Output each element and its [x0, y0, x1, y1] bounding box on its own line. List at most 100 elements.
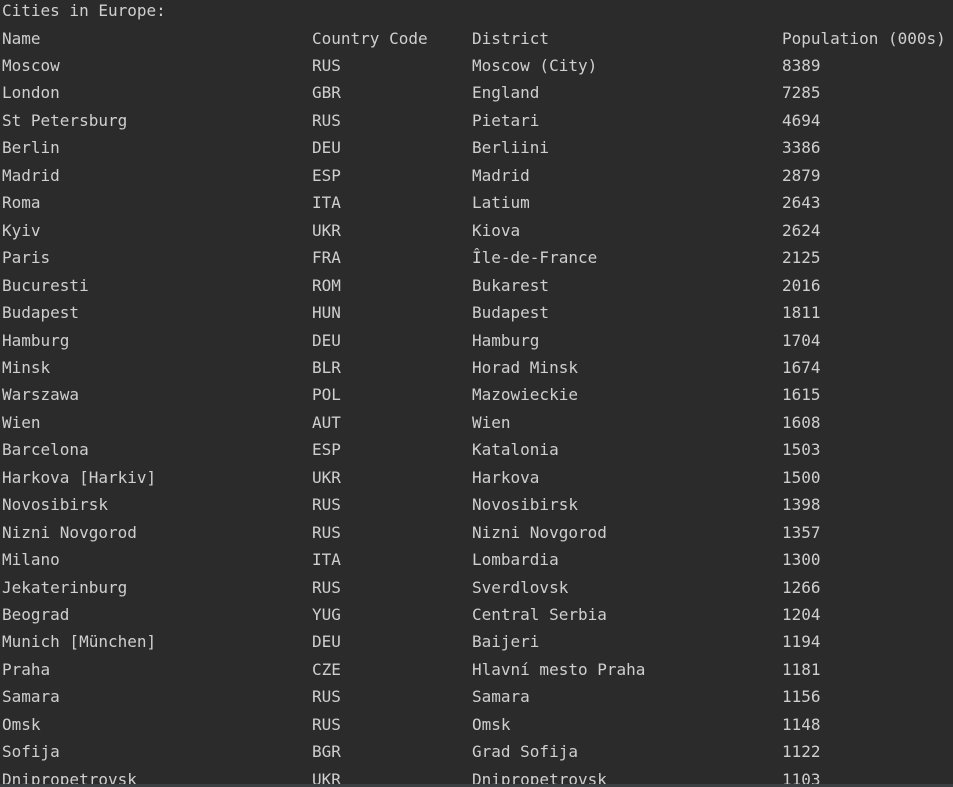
- country-code-cell: ESP: [312, 165, 341, 185]
- country-code-cell: YUG: [312, 605, 341, 624]
- district-cell: Mazowieckie: [472, 385, 578, 405]
- population-cell: 1811: [782, 303, 821, 323]
- district-cell: Samara: [472, 687, 530, 707]
- district-cell: Harkova: [472, 467, 540, 487]
- city-name-cell: Beograd: [2, 605, 70, 624]
- district-cell: Katalonia: [472, 440, 559, 460]
- district-cell: Pietari: [472, 110, 540, 130]
- district-cell: Budapest: [472, 303, 550, 323]
- district-cell: Île-de-France: [472, 248, 598, 268]
- country-code-cell: ITA: [312, 193, 341, 213]
- district-cell: Baijeri: [472, 632, 540, 652]
- country-code-cell: RUS: [312, 714, 341, 734]
- city-name-cell: London: [2, 83, 60, 103]
- city-name-cell: Paris: [2, 248, 51, 268]
- population-cell: 7285: [782, 83, 821, 103]
- district-cell: Sverdlovsk: [472, 577, 569, 597]
- district-cell: Latium: [472, 193, 530, 213]
- city-name-cell: Novosibirsk: [2, 495, 108, 515]
- city-name-cell: Madrid: [2, 165, 60, 185]
- population-cell: 1156: [782, 687, 821, 707]
- city-name-cell: Kyiv: [2, 220, 41, 240]
- country-code-cell: GBR: [312, 83, 341, 103]
- table-row: Moscow RUS Moscow (City) 8389: [2, 52, 953, 80]
- table-row: Kyiv UKR Kiova 2624: [2, 217, 953, 245]
- country-code-cell: DEU: [312, 330, 341, 350]
- country-code-cell: CZE: [312, 659, 341, 679]
- city-name-cell: St Petersburg: [2, 110, 128, 130]
- heading-text: Cities in Europe:: [2, 1, 166, 20]
- column-header-population: Population (000s): [782, 28, 946, 48]
- population-cell: 2879: [782, 165, 821, 185]
- table-row: Samara RUS Samara 1156: [2, 683, 953, 711]
- country-code-cell: AUT: [312, 412, 341, 432]
- country-code-cell: BGR: [312, 742, 341, 762]
- city-name-cell: Barcelona: [2, 440, 89, 460]
- city-name-cell: Roma: [2, 193, 41, 213]
- country-code-cell: ESP: [312, 440, 341, 460]
- country-code-cell: RUS: [312, 687, 341, 707]
- table-row: Paris FRA Île-de-France 2125: [2, 244, 953, 272]
- city-name-cell: Wien: [2, 412, 41, 432]
- table-row: Bucuresti ROM Bukarest 2016: [2, 272, 953, 300]
- population-cell: 1615: [782, 385, 821, 405]
- table-row: Budapest HUN Budapest 1811: [2, 299, 953, 327]
- table-row: Sofija BGR Grad Sofija 1122: [2, 738, 953, 766]
- population-cell: 1500: [782, 467, 821, 487]
- district-cell: Hamburg: [472, 330, 540, 350]
- district-cell: England: [472, 83, 540, 103]
- table-row: Warszawa POL Mazowieckie 1615: [2, 381, 953, 409]
- district-cell: Omsk: [472, 714, 511, 734]
- city-name-cell: Samara: [2, 687, 60, 707]
- population-cell: 2624: [782, 220, 821, 240]
- population-cell: 1357: [782, 522, 821, 542]
- population-cell: 1503: [782, 440, 821, 460]
- city-name-cell: Milano: [2, 550, 60, 570]
- country-code-cell: DEU: [312, 138, 341, 158]
- table-row: St Petersburg RUS Pietari 4694: [2, 107, 953, 135]
- population-cell: 8389: [782, 56, 821, 75]
- city-name-cell: Berlin: [2, 138, 60, 158]
- column-header-name: Name: [2, 28, 41, 48]
- population-cell: 4694: [782, 110, 821, 130]
- population-cell: 3386: [782, 138, 821, 158]
- population-cell: 2016: [782, 275, 821, 295]
- table-row: Roma ITA Latium 2643: [2, 189, 953, 217]
- population-cell: 1181: [782, 659, 821, 679]
- population-cell: 1608: [782, 412, 821, 432]
- table-row: Barcelona ESP Katalonia 1503: [2, 436, 953, 464]
- table-row: Jekaterinburg RUS Sverdlovsk 1266: [2, 574, 953, 602]
- city-name-cell: Harkova [Harkiv]: [2, 467, 157, 487]
- country-code-cell: ITA: [312, 550, 341, 570]
- table-row: Novosibirsk RUS Novosibirsk 1398: [2, 491, 953, 519]
- district-cell: Kiova: [472, 220, 521, 240]
- table-row: London GBR England 7285: [2, 79, 953, 107]
- district-cell: Novosibirsk: [472, 495, 578, 515]
- city-name-cell: Budapest: [2, 303, 80, 323]
- country-code-cell: RUS: [312, 56, 341, 75]
- column-header-district: District: [472, 28, 550, 48]
- population-cell: 1674: [782, 357, 821, 377]
- table-row: Berlin DEU Berliini 3386: [2, 134, 953, 162]
- city-name-cell: Sofija: [2, 742, 60, 762]
- population-cell: 1194: [782, 632, 821, 652]
- population-cell: 1204: [782, 605, 821, 624]
- console-heading: Cities in Europe:: [2, 0, 953, 25]
- table-row: Praha CZE Hlavní mesto Praha 1181: [2, 656, 953, 684]
- population-cell: 1300: [782, 550, 821, 570]
- population-cell: 1148: [782, 714, 821, 734]
- city-name-cell: Warszawa: [2, 385, 80, 405]
- column-header-country-code: Country Code: [312, 28, 428, 48]
- country-code-cell: RUS: [312, 495, 341, 515]
- district-cell: Lombardia: [472, 550, 559, 570]
- country-code-cell: HUN: [312, 303, 341, 323]
- table-row: Beograd YUG Central Serbia 1204: [2, 601, 953, 629]
- country-code-cell: UKR: [312, 467, 341, 487]
- city-name-cell: Munich [München]: [2, 632, 157, 652]
- table-row: Omsk RUS Omsk 1148: [2, 711, 953, 739]
- country-code-cell: UKR: [312, 220, 341, 240]
- console-output[interactable]: Cities in Europe: Name Country Code Dist…: [0, 0, 953, 787]
- city-name-cell: Nizni Novgorod: [2, 522, 137, 542]
- population-cell: 2643: [782, 193, 821, 213]
- population-cell: 2125: [782, 248, 821, 268]
